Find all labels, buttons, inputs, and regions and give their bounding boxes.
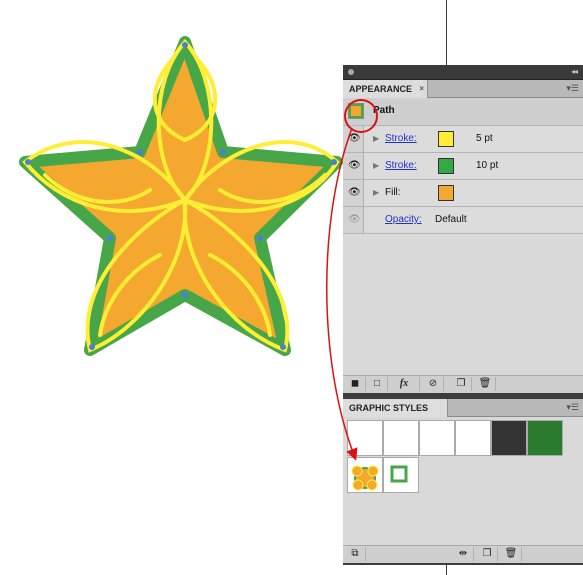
- appearance-row-stroke-5[interactable]: 👁 ▶ Stroke: 5 pt: [343, 126, 583, 153]
- graphic-styles-tab-label: GRAPHIC STYLES: [349, 403, 429, 413]
- graphic-styles-button-bar: ⧉ ⇹ ❐ 🗑: [343, 545, 583, 563]
- expand-triangle-icon[interactable]: ▶: [373, 188, 379, 197]
- graphic-style-drop-shadow[interactable]: [383, 420, 419, 456]
- graphic-style-offset[interactable]: [455, 420, 491, 456]
- tab-appearance[interactable]: APPEARANCE ×: [343, 80, 428, 98]
- appearance-tab-bar: APPEARANCE × ▾☰: [343, 80, 583, 98]
- graphic-style-green-gradient[interactable]: [527, 420, 563, 456]
- graphic-style-rounded[interactable]: [419, 420, 455, 456]
- stroke-weight[interactable]: 10 pt: [476, 160, 498, 171]
- delete-item-icon[interactable]: 🗑: [475, 377, 496, 391]
- fill-label[interactable]: Fill:: [385, 187, 401, 198]
- graphic-style-new-star[interactable]: [347, 457, 383, 493]
- visibility-eye-icon[interactable]: 👁: [343, 153, 364, 179]
- visibility-eye-icon[interactable]: 👁: [343, 207, 364, 233]
- appearance-row-opacity[interactable]: 👁 Opacity: Default: [343, 207, 583, 234]
- appearance-row-stroke-10[interactable]: 👁 ▶ Stroke: 10 pt: [343, 153, 583, 180]
- path-thumbnail-icon: [348, 103, 364, 119]
- appearance-row-fill[interactable]: 👁 ▶ Fill:: [343, 180, 583, 207]
- add-new-fill-icon[interactable]: □: [367, 377, 388, 391]
- break-link-icon[interactable]: ⇹: [453, 547, 474, 561]
- appearance-button-bar: ◼ □ fx ⊘ ❐ 🗑: [343, 375, 583, 393]
- collapse-panels-icon[interactable]: ◂◂: [571, 67, 578, 76]
- stroke-label[interactable]: Stroke:: [385, 133, 417, 144]
- graphic-style-default[interactable]: [347, 420, 383, 456]
- graphic-style-mosaic[interactable]: [491, 420, 527, 456]
- stroke-swatch-green[interactable]: [438, 158, 454, 174]
- delete-graphic-style-icon[interactable]: 🗑: [501, 547, 522, 561]
- panel-close-icon[interactable]: [348, 69, 354, 75]
- style-libraries-icon[interactable]: ⧉: [345, 547, 366, 561]
- appearance-row-path[interactable]: Path: [343, 98, 583, 126]
- graphic-styles-grid: [343, 417, 583, 545]
- add-new-stroke-icon[interactable]: ◼: [345, 377, 366, 391]
- panel-menu-icon[interactable]: ▾☰: [566, 402, 579, 413]
- new-graphic-style-icon[interactable]: ❐: [477, 547, 498, 561]
- tab-graphic-styles[interactable]: GRAPHIC STYLES: [343, 399, 448, 417]
- tab-close-icon[interactable]: ×: [419, 80, 424, 98]
- stroke-swatch-yellow[interactable]: [438, 131, 454, 147]
- duplicate-item-icon[interactable]: ❐: [451, 377, 472, 391]
- panel-menu-icon[interactable]: ▾☰: [566, 83, 579, 94]
- add-new-effect-button[interactable]: fx: [389, 377, 420, 391]
- star-artwork[interactable]: [19, 36, 343, 356]
- graphic-styles-tab-bar: GRAPHIC STYLES ▾☰: [343, 399, 583, 417]
- clear-appearance-icon[interactable]: ⊘: [423, 377, 444, 391]
- expand-triangle-icon[interactable]: ▶: [373, 134, 379, 143]
- visibility-eye-icon[interactable]: 👁: [343, 126, 364, 152]
- appearance-list: Path 👁 ▶ Stroke: 5 pt 👁 ▶ Stroke: 10 pt …: [343, 98, 583, 375]
- opacity-label[interactable]: Opacity:: [385, 214, 422, 225]
- stroke-weight[interactable]: 5 pt: [476, 133, 493, 144]
- panel-title-strip[interactable]: ◂◂: [343, 65, 583, 80]
- opacity-value[interactable]: Default: [435, 214, 467, 225]
- appearance-panel-window: ◂◂ APPEARANCE × ▾☰ Path 👁 ▶ Stroke: 5 pt…: [343, 65, 583, 565]
- expand-triangle-icon[interactable]: ▶: [373, 161, 379, 170]
- stroke-label[interactable]: Stroke:: [385, 160, 417, 171]
- appearance-tab-label: APPEARANCE: [349, 84, 413, 94]
- graphic-style-green-square[interactable]: [383, 457, 419, 493]
- visibility-eye-icon[interactable]: 👁: [343, 180, 364, 206]
- path-label: Path: [373, 105, 395, 116]
- fill-swatch-orange[interactable]: [438, 185, 454, 201]
